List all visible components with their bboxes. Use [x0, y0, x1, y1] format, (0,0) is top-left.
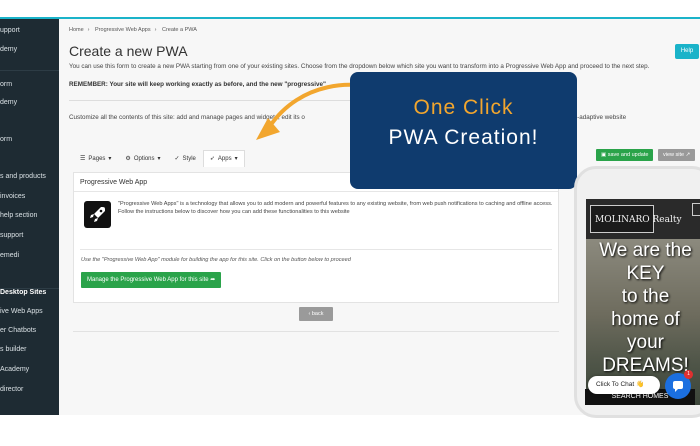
breadcrumb: Home › Progressive Web Apps › Create a PWA: [69, 27, 201, 33]
breadcrumb-home[interactable]: Home: [69, 27, 84, 33]
sidebar-item[interactable]: support: [0, 227, 59, 245]
view-site-label: view site: [663, 152, 685, 158]
tab-label: Style: [182, 156, 196, 162]
view-site-button[interactable]: view site ↗: [658, 149, 696, 161]
save-and-update-label: save and update: [607, 152, 649, 158]
tab-bar: ☰ Pages ▾ ⚙ Options ▾ ✓ Style ➶ Apps ▾: [73, 150, 245, 167]
divider: [80, 249, 552, 250]
sidebar-item[interactable]: help section: [0, 207, 59, 225]
hero-line: home of: [611, 309, 680, 330]
hero-text: We are the KEY to the home of your DREAMS!: [586, 239, 700, 377]
breadcrumb-separator: ›: [154, 27, 157, 33]
manage-pwa-label: Manage the Progressive Web App for this …: [87, 277, 209, 283]
callout-line-1: One Click: [413, 96, 514, 119]
hero-line: to the: [621, 286, 670, 307]
divider: [73, 331, 559, 332]
gears-icon: ⚙: [125, 156, 131, 162]
panel-note: Use the "Progressive Web App" module for…: [81, 257, 351, 263]
logo: MOLINARO Realty: [590, 205, 682, 233]
tab-label: Options: [133, 156, 155, 162]
back-button[interactable]: ‹ back: [299, 307, 333, 321]
back-label: back: [311, 311, 324, 317]
page-title: Create a new PWA: [69, 43, 188, 59]
sidebar-item[interactable]: s and products: [0, 168, 59, 186]
chevron-down-icon: ▾: [157, 156, 161, 162]
sidebar: upport demy orm demy orm s and products invoic…: [0, 19, 59, 415]
list-icon: ☰: [80, 156, 86, 162]
sidebar-item[interactable]: upport: [0, 22, 59, 40]
tab-style[interactable]: ✓ Style: [168, 150, 203, 167]
chevron-down-icon: ▾: [234, 156, 238, 162]
help-button[interactable]: Help: [675, 44, 699, 59]
sidebar-item[interactable]: invoices: [0, 188, 59, 206]
bottom-bar: [0, 415, 700, 446]
tab-options[interactable]: ⚙ Options ▾: [118, 150, 167, 167]
intro-text: You can use this form to create a new PW…: [69, 63, 650, 70]
rocket-icon: [84, 201, 111, 228]
breadcrumb-pwa[interactable]: Progressive Web Apps: [95, 27, 151, 33]
panel-title: Progressive Web App: [80, 179, 148, 186]
top-bar: [0, 0, 700, 17]
hamburger-menu-icon[interactable]: [692, 203, 700, 216]
sidebar-item[interactable]: director: [0, 381, 59, 399]
promo-callout: One Click PWA Creation!: [350, 72, 577, 189]
sidebar-item[interactable]: orm: [0, 131, 59, 149]
sidebar-item[interactable]: demy: [0, 94, 59, 112]
share-arrow-icon: ➦: [208, 277, 216, 283]
brush-icon: ✓: [174, 156, 180, 162]
sidebar-item[interactable]: Desktop Sites: [0, 284, 59, 302]
tab-pages[interactable]: ☰ Pages ▾: [73, 150, 118, 167]
tab-apps[interactable]: ➶ Apps ▾: [202, 150, 245, 167]
save-and-update-button[interactable]: ▣ save and update: [596, 149, 654, 161]
sidebar-divider: [0, 70, 59, 71]
sidebar-item[interactable]: s builder: [0, 341, 59, 359]
sidebar-item[interactable]: [0, 113, 59, 131]
chevron-down-icon: ▾: [108, 156, 112, 162]
breadcrumb-current: Create a PWA: [161, 27, 197, 33]
sidebar-item[interactable]: ive Web Apps: [0, 303, 59, 321]
sidebar-item[interactable]: er Chatbots: [0, 322, 59, 340]
hero-line: KEY: [626, 263, 665, 284]
divider: [74, 191, 558, 192]
chat-prompt[interactable]: Click To Chat 👋: [588, 376, 660, 394]
sidebar-divider: [0, 288, 59, 289]
breadcrumb-separator: ›: [87, 27, 90, 33]
rocket-icon: ➶: [209, 156, 215, 162]
logo-text: MOLINARO Realty: [595, 215, 682, 225]
panel-description: "Progressive Web Apps" is a technology t…: [118, 201, 553, 215]
sidebar-item[interactable]: demy: [0, 41, 59, 59]
sidebar-item[interactable]: [0, 149, 59, 167]
external-link-icon: ↗: [684, 152, 691, 158]
sidebar-item[interactable]: Academy: [0, 361, 59, 379]
manage-pwa-button[interactable]: Manage the Progressive Web App for this …: [81, 272, 222, 288]
customize-text-tail: r-adaptive website: [575, 114, 627, 121]
sidebar-item[interactable]: emedi: [0, 247, 59, 265]
callout-line-2: PWA Creation!: [388, 126, 539, 149]
notification-badge: 1: [684, 370, 693, 379]
tab-label: Apps: [217, 156, 232, 162]
hero-line: We are the: [599, 240, 692, 261]
pwa-panel: Progressive Web App "Progressive Web App…: [73, 172, 559, 303]
save-icon: ▣: [601, 152, 608, 158]
hero-line: your: [627, 332, 664, 353]
phone-header: MOLINARO Realty: [586, 199, 700, 239]
sidebar-item[interactable]: orm: [0, 76, 59, 94]
tab-label: Pages: [88, 156, 106, 162]
